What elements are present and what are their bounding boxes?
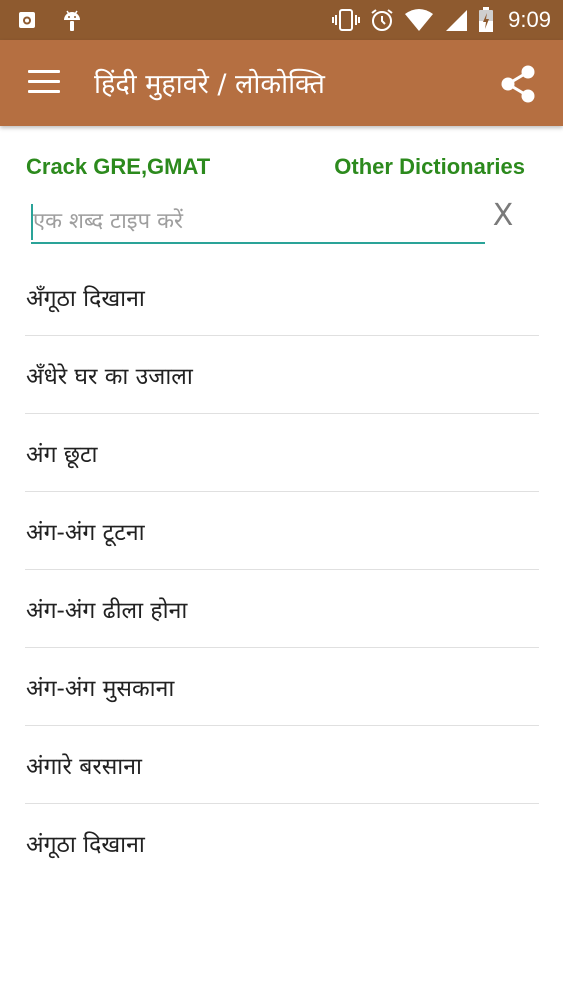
search-container <box>31 200 485 248</box>
list-item[interactable]: अँधेरे घर का उजाला <box>25 336 539 414</box>
status-bar: 9:09 <box>0 0 563 40</box>
list-item[interactable]: अँगूठा दिखाना <box>25 258 539 336</box>
android-icon <box>64 10 80 31</box>
hamburger-menu-icon[interactable] <box>28 70 60 94</box>
list-item[interactable]: अंगूठा दिखाना <box>25 804 539 882</box>
alarm-icon <box>371 9 393 31</box>
list-item[interactable]: अंगारे बरसाना <box>25 726 539 804</box>
camera-notification-icon <box>19 12 35 28</box>
search-input[interactable] <box>31 200 485 244</box>
app-title: हिंदी मुहावरे / लोकोक्ति <box>94 69 325 100</box>
status-time: 9:09 <box>508 7 551 32</box>
status-right-icons: 9:09 <box>332 7 551 33</box>
app-bar: हिंदी मुहावरे / लोकोक्ति <box>0 40 563 126</box>
list-item[interactable]: अंग-अंग ढीला होना <box>25 570 539 648</box>
list-item[interactable]: अंग-अंग मुसकाना <box>25 648 539 726</box>
share-icon[interactable] <box>499 64 537 104</box>
list-item[interactable]: अंग छूटा <box>25 414 539 492</box>
signal-icon <box>446 10 468 31</box>
vibrate-icon <box>332 9 361 31</box>
other-dictionaries-link[interactable]: Other Dictionaries <box>334 154 525 180</box>
battery-charging-icon <box>479 7 494 32</box>
clear-search-button[interactable]: X <box>488 196 518 236</box>
top-links: Crack GRE,GMAT Other Dictionaries <box>0 154 563 184</box>
status-left-icons <box>18 8 82 32</box>
wifi-icon <box>405 9 434 31</box>
crack-gre-gmat-link[interactable]: Crack GRE,GMAT <box>26 154 210 180</box>
list-item[interactable]: अंग-अंग टूटना <box>25 492 539 570</box>
phrase-list: अँगूठा दिखाना अँधेरे घर का उजाला अंग छूट… <box>25 258 539 928</box>
text-cursor <box>31 204 33 240</box>
